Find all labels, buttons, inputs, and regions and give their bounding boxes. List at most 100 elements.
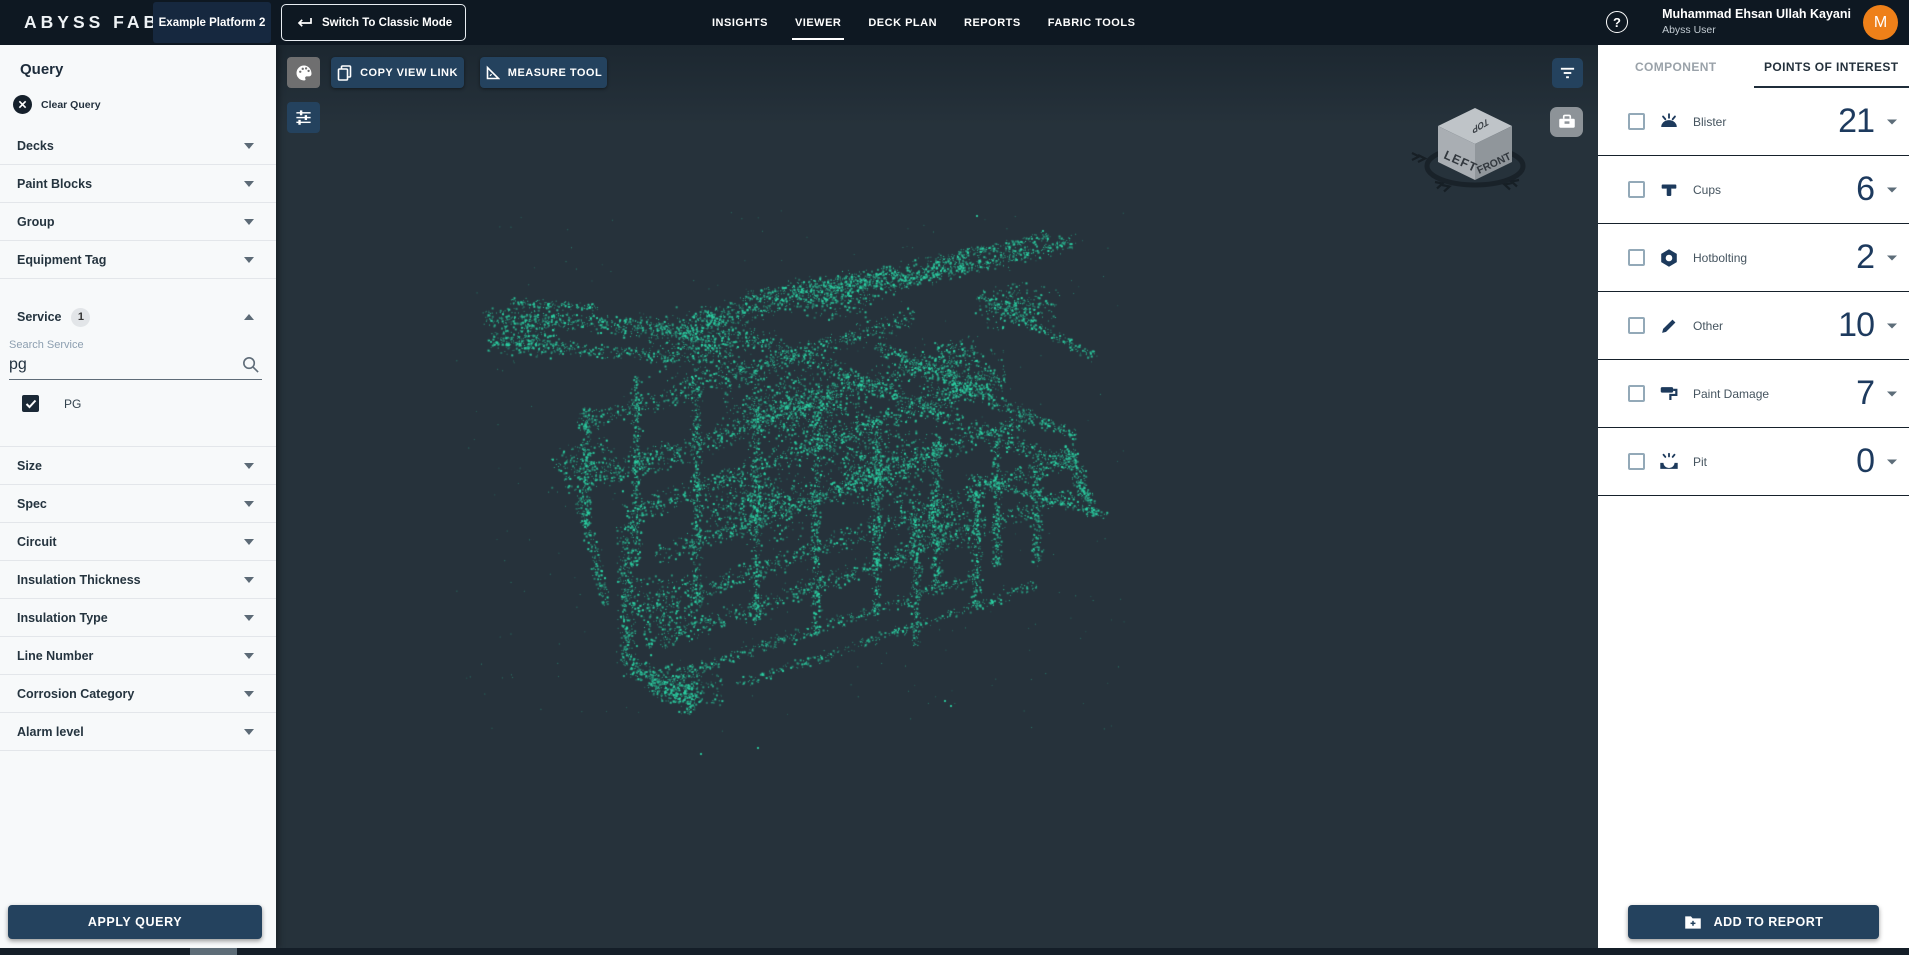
nav-tab-deck-plan[interactable]: DECK PLAN: [868, 0, 937, 45]
user-menu[interactable]: Muhammad Ehsan Ullah Kayani Abyss User: [1662, 6, 1851, 37]
chevron-up-icon: [244, 314, 254, 320]
measure-ruler-icon: [485, 65, 500, 80]
pit-checkbox[interactable]: [1628, 453, 1645, 470]
poi-list: Blister21Cups6Hotbolting2Other10Paint Da…: [1598, 88, 1909, 496]
nav-tab-insights[interactable]: INSIGHTS: [712, 0, 768, 45]
apply-query-button[interactable]: APPLY QUERY: [8, 905, 262, 939]
other-checkbox[interactable]: [1628, 317, 1645, 334]
display-settings-button[interactable]: [287, 102, 320, 133]
filter-accordion-size[interactable]: Size: [0, 447, 276, 485]
platform-selector[interactable]: Example Platform 2: [153, 2, 271, 43]
horizontal-scrollbar-thumb[interactable]: [190, 948, 237, 955]
paint-damage-checkbox[interactable]: [1628, 385, 1645, 402]
filter-accordion-spec[interactable]: Spec: [0, 485, 276, 523]
poi-filter-button[interactable]: [1552, 58, 1583, 88]
orientation-cube[interactable]: TOP LEFT FRONT: [1396, 97, 1556, 227]
filter-label: Circuit: [17, 535, 57, 549]
chevron-down-icon: [244, 143, 254, 149]
poi-count: 21: [1838, 102, 1874, 141]
filter-accordion-group-top: DecksPaint Blocks Group Equipment Tag: [0, 127, 276, 279]
add-to-report-button[interactable]: ADD TO REPORT: [1628, 905, 1879, 939]
filter-label: Alarm level: [17, 725, 84, 739]
tab-component[interactable]: COMPONENT: [1598, 45, 1754, 88]
chevron-down-icon: [244, 181, 254, 187]
copy-view-link-button[interactable]: COPY VIEW LINK: [331, 57, 464, 88]
chevron-down-icon: [244, 219, 254, 225]
point-cloud-viewer: COPY VIEW LINK MEASURE TOOL TOP LEFT FRO…: [276, 45, 1598, 948]
filter-accordion-service[interactable]: Service 1: [0, 295, 276, 339]
poi-panel: COMPONENTPOINTS OF INTEREST Blister 21 Cup…: [1598, 45, 1909, 948]
chevron-down-icon[interactable]: [1887, 391, 1897, 397]
help-icon[interactable]: ?: [1606, 11, 1628, 33]
nav-tab-viewer[interactable]: VIEWER: [795, 0, 841, 45]
tune-sliders-icon: [294, 108, 313, 127]
filter-accordion-equipment-tag[interactable]: Equipment Tag: [0, 241, 276, 279]
chevron-down-icon[interactable]: [1887, 323, 1897, 329]
poi-label: Other: [1693, 319, 1723, 333]
search-service-input[interactable]: [9, 356, 241, 374]
pg-checkbox[interactable]: [22, 395, 39, 412]
blister-checkbox[interactable]: [1628, 113, 1645, 130]
tab-points-of-interest[interactable]: POINTS OF INTEREST: [1754, 45, 1909, 88]
nav-tab-fabric-tools[interactable]: FABRIC TOOLS: [1048, 0, 1136, 45]
avatar[interactable]: M: [1863, 5, 1898, 40]
poi-count: 7: [1856, 374, 1874, 413]
horizontal-scrollbar: [0, 948, 1909, 955]
poi-label: Blister: [1693, 115, 1726, 129]
filter-label: Insulation Thickness: [17, 573, 141, 587]
filter-accordion-insulation-thickness[interactable]: Insulation Thickness: [0, 561, 276, 599]
chevron-down-icon[interactable]: [1887, 255, 1897, 261]
copy-icon: [337, 65, 352, 81]
clear-query-button[interactable]: Clear Query: [13, 95, 276, 114]
cups-checkbox[interactable]: [1628, 181, 1645, 198]
poi-label: Hotbolting: [1693, 251, 1747, 265]
filter-accordion-line-number[interactable]: Line Number: [0, 637, 276, 675]
chevron-down-icon: [244, 729, 254, 735]
pit-icon: [1658, 451, 1680, 473]
filter-accordion-corrosion-category[interactable]: Corrosion Category: [0, 675, 276, 713]
filter-label: Group: [17, 215, 55, 229]
filter-label: Spec: [17, 497, 47, 511]
filter-accordion-circuit[interactable]: Circuit: [0, 523, 276, 561]
toolbox-icon: [1557, 113, 1577, 131]
poi-count: 6: [1856, 170, 1874, 209]
color-palette-button[interactable]: [287, 57, 320, 88]
filter-accordion-paint-blocks[interactable]: Paint Blocks: [0, 165, 276, 203]
blister-icon: [1658, 111, 1680, 133]
chevron-down-icon: [244, 539, 254, 545]
measure-tool-button[interactable]: MEASURE TOOL: [480, 57, 607, 88]
poi-count: 2: [1856, 238, 1874, 277]
poi-row-cups: Cups6: [1598, 156, 1909, 224]
folder-plus-icon: [1684, 915, 1702, 930]
service-label: Service: [17, 310, 61, 324]
filter-label: Size: [17, 459, 42, 473]
palette-icon: [294, 63, 314, 83]
filter-accordion-decks[interactable]: Decks: [0, 127, 276, 165]
filter-accordion-group[interactable]: Group: [0, 203, 276, 241]
filter-label: Line Number: [17, 649, 93, 663]
chevron-down-icon: [244, 501, 254, 507]
poi-row-hotbolting: Hotbolting 2: [1598, 224, 1909, 292]
user-name: Muhammad Ehsan Ullah Kayani: [1662, 6, 1851, 23]
filter-label: Corrosion Category: [17, 687, 134, 701]
top-bar: ABYSS FABRIC Example Platform 2 Switch T…: [0, 0, 1909, 45]
other-icon: [1658, 315, 1680, 337]
chevron-down-icon[interactable]: [1887, 187, 1897, 193]
chevron-down-icon[interactable]: [1887, 119, 1897, 125]
filter-accordion-alarm-level[interactable]: Alarm level: [0, 713, 276, 751]
filter-label: Equipment Tag: [17, 253, 106, 267]
nav-tab-reports[interactable]: REPORTS: [964, 0, 1021, 45]
copy-view-link-label: COPY VIEW LINK: [360, 67, 458, 79]
switch-to-classic-mode-button[interactable]: Switch To Classic Mode: [281, 4, 466, 41]
search-service-label: Search Service: [9, 339, 262, 351]
apply-query-label: APPLY QUERY: [88, 915, 182, 929]
query-sidebar: Query Clear Query DecksPaint BlocksGroup…: [0, 45, 276, 948]
clear-query-label: Clear Query: [41, 99, 101, 111]
hotbolting-checkbox[interactable]: [1628, 249, 1645, 266]
filter-accordion-insulation-type[interactable]: Insulation Type: [0, 599, 276, 637]
chevron-down-icon[interactable]: [1887, 459, 1897, 465]
poi-count: 0: [1856, 442, 1874, 481]
pg-option-label: PG: [64, 397, 81, 411]
chevron-down-icon: [244, 615, 254, 621]
service-search: Search Service: [9, 339, 262, 380]
